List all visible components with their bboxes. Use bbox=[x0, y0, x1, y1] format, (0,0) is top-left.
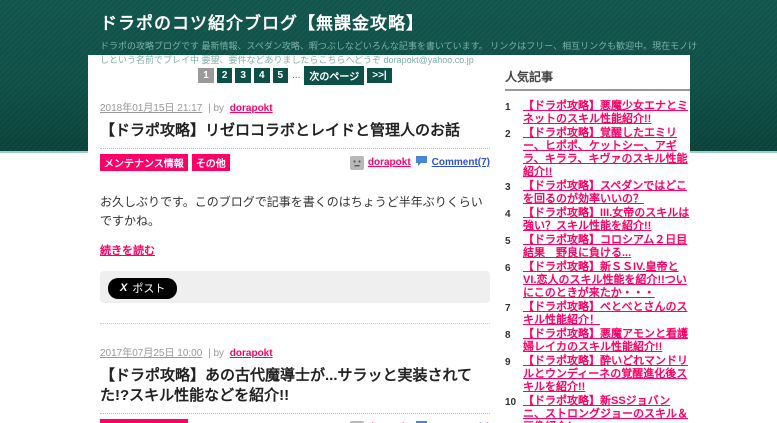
sidebar: 人気記事 1 【ドラポ攻略】悪魔少女エナとミネットのスキル性能紹介!! 2 【ド… bbox=[505, 55, 690, 423]
popular-article-link[interactable]: 【ドラポ攻略】III.女帝のスキルは強い？スキル性能を紹介!! bbox=[523, 207, 690, 233]
share-box: X ポスト bbox=[100, 270, 490, 303]
post-title[interactable]: 【ドラポ攻略】あの古代魔導士が...サラッと実装されてた!?スキル性能などを紹介… bbox=[100, 366, 490, 407]
post-meta-row: メンテナンス情報 その他 dorapokt Comment(7) bbox=[100, 154, 490, 172]
tag-link[interactable]: メンテナンス情報 bbox=[100, 154, 188, 172]
pagination-last-button[interactable]: >>| bbox=[367, 68, 392, 83]
post-author-link[interactable]: dorapokt bbox=[230, 348, 273, 359]
blog-page: ドラポのコツ紹介ブログ【無課金攻略】 ドラポの攻略ブログです 最新情報、スペダン… bbox=[0, 0, 777, 423]
popular-article-link[interactable]: 【ドラポ攻略】新ＳＳIV.皇帝とVI.恋人のスキル性能を紹介!!ついにこのときが… bbox=[523, 261, 690, 300]
popular-article-link[interactable]: 【ドラポ攻略】べとべとさんのスキル性能紹介！ bbox=[523, 301, 690, 327]
comment-link[interactable]: Comment(7) bbox=[432, 157, 490, 168]
item-rank: 7 bbox=[505, 303, 511, 314]
pagination-current-page: 1 bbox=[198, 68, 214, 83]
pagination-next-button[interactable]: 次のページ bbox=[304, 66, 365, 85]
tag-link[interactable]: その他 bbox=[191, 154, 230, 172]
list-item: 1 【ドラポ攻略】悪魔少女エナとミネットのスキル性能紹介!! bbox=[505, 100, 690, 126]
post-date-link[interactable]: 2018年01月15日 21:17 bbox=[100, 103, 202, 114]
list-item: 3 【ドラポ攻略】スペダンではどこを回るのが効率いいの？ bbox=[505, 180, 690, 206]
post-2: 2017年07月25日 10:00 | by dorapokt 【ドラポ攻略】あ… bbox=[100, 344, 490, 423]
pagination-page-2[interactable]: 2 bbox=[216, 68, 233, 83]
item-rank: 1 bbox=[505, 102, 511, 113]
popular-articles-list: 1 【ドラポ攻略】悪魔少女エナとミネットのスキル性能紹介!! 2 【ドラポ攻略】… bbox=[505, 100, 690, 423]
item-rank: 5 bbox=[505, 236, 511, 247]
item-rank: 10 bbox=[505, 397, 517, 408]
post-meta-right: dorapokt Comment(7) bbox=[349, 155, 490, 170]
popular-articles-heading: 人気記事 bbox=[505, 68, 690, 91]
list-item: 8 【ドラポ攻略】悪魔アモンと看護婦レイカのスキル性能紹介!! bbox=[505, 328, 690, 354]
post-by-label: | by bbox=[208, 103, 225, 114]
post-by-label: | by bbox=[208, 347, 225, 359]
list-item: 6 【ドラポ攻略】新ＳＳIV.皇帝とVI.恋人のスキル性能を紹介!!ついにこのと… bbox=[505, 261, 690, 300]
item-rank: 3 bbox=[505, 182, 511, 193]
post-author-link[interactable]: dorapokt bbox=[230, 103, 273, 114]
post-title[interactable]: 【ドラポ攻略】リゼロコラボとレイドと管理人のお話 bbox=[100, 121, 490, 141]
post-meta-row: タワーダンジョン dorapokt Comment(7) bbox=[100, 419, 490, 423]
post-date-row: 2017年07月25日 10:00 | by dorapokt bbox=[100, 344, 490, 359]
site-description: ドラポの攻略ブログです 最新情報、スペダン攻略、暇つぶしなどいろんな記事を書いて… bbox=[100, 41, 698, 65]
item-rank: 8 bbox=[505, 330, 511, 341]
main-column: 1 2 3 4 5 ... 次のページ >>| 2018年01月15日 21:1… bbox=[100, 55, 490, 423]
pagination-page-5[interactable]: 5 bbox=[272, 68, 289, 83]
post-tags: タワーダンジョン bbox=[100, 419, 188, 423]
popular-article-link[interactable]: 【ドラポ攻略】悪魔アモンと看護婦レイカのスキル性能紹介!! bbox=[523, 328, 690, 354]
list-item: 2 【ドラポ攻略】覚醒したエミリー、ヒポポ、ケットシー、アギラ、キララ、キヴァの… bbox=[505, 127, 690, 179]
post-tags: メンテナンス情報 その他 bbox=[100, 154, 230, 172]
popular-article-link[interactable]: 【ドラポ攻略】コロシアム２日目結果 野良に負ける... bbox=[523, 234, 690, 260]
list-item: 4 【ドラポ攻略】III.女帝のスキルは強い？スキル性能を紹介!! bbox=[505, 207, 690, 233]
item-rank: 9 bbox=[505, 357, 511, 368]
x-logo-icon: X bbox=[120, 281, 128, 294]
list-item: 10 【ドラポ攻略】新SSジョバンニ、ストロングジョーのスキル＆画像紹介！ bbox=[505, 395, 690, 423]
pagination-page-4[interactable]: 4 bbox=[253, 68, 270, 83]
item-rank: 4 bbox=[505, 209, 511, 220]
list-item: 9 【ドラポ攻略】酔いどれマンドリルとウンディーネの覚醒進化後スキルを紹介!! bbox=[505, 355, 690, 394]
pagination: 1 2 3 4 5 ... 次のページ >>| bbox=[100, 66, 490, 85]
popular-article-link[interactable]: 【ドラポ攻略】酔いどれマンドリルとウンディーネの覚醒進化後スキルを紹介!! bbox=[523, 355, 690, 394]
posts-separator bbox=[100, 322, 490, 324]
site-header: ドラポのコツ紹介ブログ【無課金攻略】 ドラポの攻略ブログです 最新情報、スペダン… bbox=[100, 9, 705, 68]
title-separator bbox=[100, 413, 490, 415]
post-date-link[interactable]: 2017年07月25日 10:00 bbox=[100, 348, 202, 359]
pagination-page-3[interactable]: 3 bbox=[235, 68, 251, 83]
popular-article-link[interactable]: 【ドラポ攻略】新SSジョバンニ、ストロングジョーのスキル＆画像紹介！ bbox=[523, 395, 690, 423]
post-body: お久しぶりです。このブログで記事を書くのはちょうど半年ぶりくらいですかね。 bbox=[100, 195, 483, 229]
speech-bubble-icon bbox=[415, 155, 428, 170]
pagination-ellipsis: ... bbox=[292, 70, 301, 81]
list-item: 7 【ドラポ攻略】べとべとさんのスキル性能紹介！ bbox=[505, 301, 690, 327]
x-share-label: ポスト bbox=[132, 282, 166, 295]
item-rank: 6 bbox=[505, 263, 511, 274]
post-date-row: 2018年01月15日 21:17 | by dorapokt bbox=[100, 99, 490, 114]
popular-article-link[interactable]: 【ドラポ攻略】覚醒したエミリー、ヒポポ、ケットシー、アギラ、キララ、キヴァのスキ… bbox=[523, 127, 690, 179]
avatar-icon bbox=[349, 155, 364, 170]
content-box: 1 2 3 4 5 ... 次のページ >>| 2018年01月15日 21:1… bbox=[88, 55, 690, 423]
list-item: 5 【ドラポ攻略】コロシアム２日目結果 野良に負ける... bbox=[505, 234, 690, 260]
post-author-link[interactable]: dorapokt bbox=[368, 157, 411, 168]
read-more-link[interactable]: 続きを読む bbox=[100, 242, 155, 258]
post-1: 2018年01月15日 21:17 | by dorapokt 【ドラポ攻略】リ… bbox=[100, 99, 490, 303]
popular-article-link[interactable]: 【ドラポ攻略】スペダンではどこを回るのが効率いいの？ bbox=[523, 180, 690, 206]
tag-link[interactable]: タワーダンジョン bbox=[100, 419, 188, 423]
popular-article-link[interactable]: 【ドラポ攻略】悪魔少女エナとミネットのスキル性能紹介!! bbox=[523, 100, 690, 126]
title-separator bbox=[100, 148, 490, 150]
x-share-button[interactable]: X ポスト bbox=[108, 277, 178, 299]
site-title[interactable]: ドラポのコツ紹介ブログ【無課金攻略】 bbox=[100, 9, 705, 34]
item-rank: 2 bbox=[505, 129, 511, 140]
